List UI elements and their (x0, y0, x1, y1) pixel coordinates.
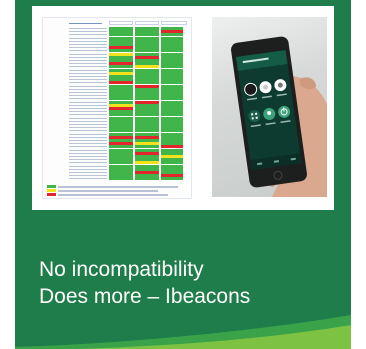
table-row-label (69, 76, 107, 77)
table-row-label (69, 140, 107, 141)
table-row-label (69, 101, 107, 103)
table-row-label (69, 130, 107, 132)
table-row-label (69, 124, 107, 125)
phone-in-hand-image (212, 17, 327, 197)
phone-illustration (231, 36, 327, 197)
table-row-label (69, 40, 107, 42)
table-row-label (69, 178, 107, 180)
table-row-label (69, 92, 107, 93)
table-row-label (69, 79, 107, 81)
table-row-label (69, 117, 107, 119)
table-row-label (69, 120, 107, 122)
table-row (47, 177, 187, 181)
table-row-label (69, 56, 107, 58)
table-row-label (69, 159, 107, 161)
table-row-label (69, 85, 107, 87)
table-row-label (69, 60, 107, 61)
table-row-label (69, 44, 107, 45)
table-row-label (69, 95, 107, 97)
table-header-cell (109, 21, 133, 25)
table-title-text: ▬▬▬▬▬▬▬▬▬▬▬ (69, 21, 102, 25)
image-strip: ▬▬▬▬▬▬▬▬▬▬▬ (32, 6, 334, 210)
table-row-label (69, 165, 107, 167)
legend-text (58, 194, 168, 196)
table-row-label (69, 104, 107, 106)
legend-text (58, 186, 178, 188)
table-row-label (69, 168, 107, 170)
table-header-cell (135, 21, 159, 25)
table-row-label (69, 133, 107, 135)
table-row-label (69, 37, 107, 39)
table-row-label (69, 114, 107, 116)
table-row-label (69, 66, 107, 68)
table-row-label (69, 63, 107, 65)
table-row-label (69, 34, 107, 36)
table-row-label (69, 143, 107, 145)
table-cell (135, 177, 159, 181)
legend-swatch-green (47, 185, 56, 188)
table-row-label (69, 149, 107, 151)
table-row-label (69, 69, 107, 71)
caption-line-1: No incompatibility (39, 258, 204, 281)
table-row-label (69, 98, 107, 100)
table-row-label (69, 88, 107, 90)
table-header-cell (161, 21, 187, 25)
table-row-label (69, 53, 107, 55)
table-cell (161, 177, 183, 181)
table-row-label (69, 175, 107, 177)
table-row-label (69, 82, 107, 84)
legend-text (58, 190, 158, 192)
table-row-label (69, 136, 107, 138)
table-row-label (69, 152, 107, 154)
compatibility-table-image: ▬▬▬▬▬▬▬▬▬▬▬ (42, 17, 192, 199)
table-row-label (69, 108, 107, 109)
legend-swatch-yellow (47, 189, 56, 192)
table-row-label (69, 47, 107, 49)
table-row-label (69, 50, 107, 52)
content-card: ▬▬▬▬▬▬▬▬▬▬▬ No incompatibility Does more… (15, 0, 351, 349)
table-row-label (69, 72, 107, 74)
table-row-label (69, 31, 107, 33)
table-cell (109, 177, 133, 181)
table-grid (47, 27, 187, 182)
table-row-label (69, 127, 107, 129)
table-row-label (69, 111, 107, 113)
table-row-label (69, 172, 107, 173)
table-row-label (69, 28, 107, 29)
decorative-swoosh (15, 315, 351, 349)
table-row-label (69, 156, 107, 157)
legend-swatch-red (47, 193, 56, 196)
table-row-label (69, 162, 107, 164)
table-row-label (69, 146, 107, 148)
